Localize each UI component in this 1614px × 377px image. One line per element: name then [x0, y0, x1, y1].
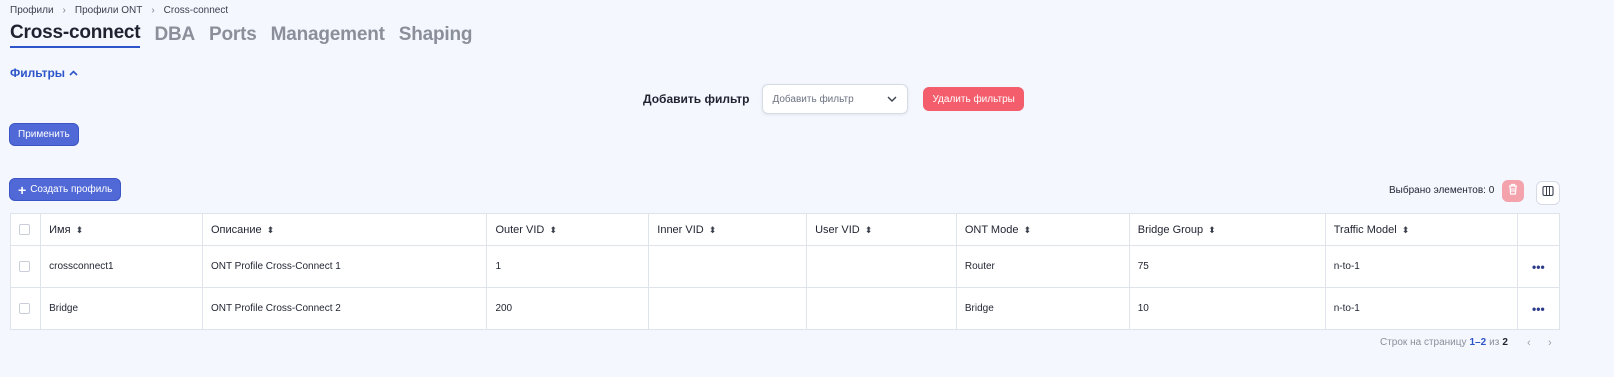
table-header-row: Имя ⬍ Описание ⬍ Outer VID ⬍ Inner VID ⬍ Use…	[9, 213, 1561, 246]
sort-icon[interactable]: ⬍	[267, 225, 275, 235]
chevron-right-icon: ›	[62, 4, 66, 16]
cell-outer-vid: 1	[486, 245, 650, 288]
chevron-left-icon[interactable]: ‹	[1527, 337, 1531, 349]
column-header-label: Имя	[49, 223, 71, 236]
create-profile-button[interactable]: + Создать профиль	[9, 178, 122, 201]
delete-selected-button[interactable]	[1502, 180, 1524, 202]
chevron-up-icon	[69, 68, 78, 78]
sort-icon[interactable]: ⬍	[865, 225, 873, 235]
tab-shaping[interactable]: Shaping	[399, 24, 473, 48]
sort-icon[interactable]: ⬍	[1023, 225, 1031, 235]
plus-icon: +	[18, 181, 27, 198]
breadcrumb: Профили › Профили ONT › Cross-connect	[10, 4, 228, 16]
row-checkbox[interactable]	[19, 302, 30, 314]
cell-traffic-model: n-to-1	[1324, 245, 1518, 288]
column-header-ont-mode[interactable]: ONT Mode ⬍	[955, 213, 1130, 246]
column-header-name[interactable]: Имя ⬍	[40, 213, 203, 246]
selected-count: Выбрано элементов: 0	[1389, 185, 1495, 196]
delete-filters-button[interactable]: Удалить фильтры	[923, 87, 1024, 111]
cell-traffic-model: n-to-1	[1324, 287, 1518, 330]
column-header-inner-vid[interactable]: Inner VID ⬍	[648, 213, 808, 246]
cell-bridge-group: 10	[1128, 287, 1326, 330]
column-header-label: ONT Mode	[964, 223, 1019, 236]
column-header-description[interactable]: Описание ⬍	[201, 213, 488, 246]
more-horizontal-icon[interactable]: •••	[1532, 260, 1545, 274]
sort-icon[interactable]: ⬍	[709, 225, 717, 235]
column-header-label: User VID	[815, 223, 860, 236]
chevron-down-icon	[887, 94, 897, 105]
filters-toggle-label: Фильтры	[10, 66, 66, 80]
column-header-label: Outer VID	[495, 223, 545, 236]
sort-icon[interactable]: ⬍	[1208, 225, 1216, 235]
column-header-user-vid[interactable]: User VID ⬍	[806, 213, 957, 246]
rows-per-page-label: Строк на страницу	[1380, 337, 1467, 348]
cell-inner-vid	[648, 287, 808, 330]
column-header-bridge-group[interactable]: Bridge Group ⬍	[1128, 213, 1326, 246]
select-all-checkbox[interactable]	[19, 224, 30, 236]
breadcrumb-item-ont-profiles[interactable]: Профили ONT	[75, 5, 142, 16]
create-profile-label: Создать профиль	[30, 184, 113, 195]
row-actions-cell: •••	[1516, 245, 1561, 288]
pagination-range: 1–2	[1469, 337, 1487, 348]
chevron-right-icon: ›	[151, 4, 155, 16]
cell-description: ONT Profile Cross-Connect 1	[201, 245, 488, 288]
column-header-label: Traffic Model	[1333, 223, 1397, 236]
pagination-of: из	[1489, 337, 1500, 348]
column-header-label: Описание	[210, 223, 262, 236]
columns-icon	[1542, 184, 1554, 202]
row-checkbox[interactable]	[19, 260, 30, 272]
cell-ont-mode: Router	[955, 245, 1130, 288]
sort-icon[interactable]: ⬍	[549, 225, 557, 235]
column-header-outer-vid[interactable]: Outer VID ⬍	[486, 213, 650, 246]
row-select-cell	[9, 287, 42, 330]
add-filter-select[interactable]: Добавить фильтр	[762, 84, 909, 114]
cell-ont-mode: Bridge	[955, 287, 1130, 330]
table-row[interactable]: Bridge ONT Profile Cross-Connect 2 200 B…	[9, 287, 1561, 330]
profiles-table: Имя ⬍ Описание ⬍ Outer VID ⬍ Inner VID ⬍ Use…	[9, 213, 1561, 330]
tab-dba[interactable]: DBA	[154, 24, 195, 48]
cell-inner-vid	[648, 245, 808, 288]
cell-name: crossconnect1	[40, 245, 203, 288]
select-all-cell	[9, 213, 42, 246]
breadcrumb-item-current: Cross-connect	[163, 4, 229, 16]
filter-row: Добавить фильтр Добавить фильтр Удалить …	[643, 84, 1024, 114]
table-row[interactable]: crossconnect1 ONT Profile Cross-Connect …	[9, 245, 1561, 288]
cell-description: ONT Profile Cross-Connect 2	[201, 287, 488, 330]
sort-icon[interactable]: ⬍	[1402, 225, 1410, 235]
pagination-info: Строк на страницу 1–2 из 2	[1380, 337, 1508, 348]
columns-settings-button[interactable]	[1536, 181, 1560, 205]
row-actions-cell: •••	[1516, 287, 1561, 330]
column-header-label: Bridge Group	[1137, 223, 1204, 236]
breadcrumb-item-profiles[interactable]: Профили	[10, 5, 54, 16]
column-header-traffic-model[interactable]: Traffic Model ⬍	[1324, 213, 1518, 246]
trash-icon	[1508, 182, 1518, 200]
tab-management[interactable]: Management	[271, 24, 385, 48]
profile-tabs: Cross-connect DBA Ports Management Shapi…	[10, 22, 486, 48]
column-header-actions	[1516, 213, 1561, 246]
cell-user-vid	[806, 287, 957, 330]
pagination-total: 2	[1502, 337, 1508, 348]
add-filter-select-value: Добавить фильтр	[772, 93, 854, 105]
column-header-label: Inner VID	[657, 223, 704, 236]
more-horizontal-icon[interactable]: •••	[1532, 302, 1545, 316]
row-select-cell	[9, 245, 42, 288]
chevron-right-icon[interactable]: ›	[1548, 337, 1552, 349]
tab-cross-connect[interactable]: Cross-connect	[10, 22, 141, 48]
sort-icon[interactable]: ⬍	[76, 225, 84, 235]
cell-name: Bridge	[40, 287, 203, 330]
cell-bridge-group: 75	[1128, 245, 1326, 288]
cell-outer-vid: 200	[486, 287, 650, 330]
filters-toggle[interactable]: Фильтры	[10, 66, 78, 80]
add-filter-label: Добавить фильтр	[643, 92, 750, 106]
cell-user-vid	[806, 245, 957, 288]
apply-button[interactable]: Применить	[9, 123, 79, 146]
tab-ports[interactable]: Ports	[209, 24, 257, 48]
